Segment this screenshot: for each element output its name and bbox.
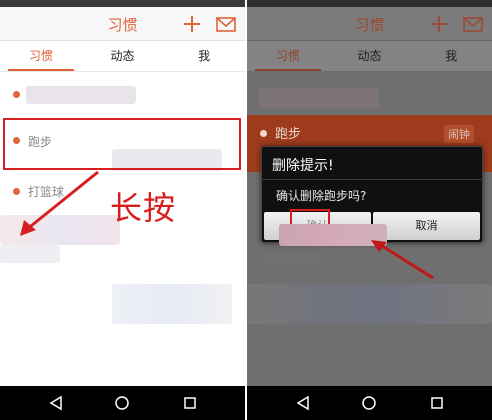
list-item[interactable] — [0, 80, 245, 120]
arrow-icon — [20, 170, 99, 236]
system-nav-bar — [0, 386, 245, 420]
habit-dot — [13, 91, 20, 98]
tab-me[interactable]: 我 — [410, 41, 492, 71]
mail-icon[interactable] — [462, 13, 484, 35]
long-press-annotation: 长按 — [110, 189, 177, 227]
tab-activity[interactable]: 动态 — [82, 41, 164, 71]
dialog-message: 确认删除跑步吗? — [276, 189, 367, 203]
tab-me[interactable]: 我 — [163, 41, 245, 71]
app-bar: 习惯 — [0, 7, 245, 41]
blurred-content — [112, 284, 232, 324]
arrow-icon — [371, 240, 434, 280]
right-screen: 习惯 习惯 动态 我 跑步 闹钟 删除提示! 确认删除跑步吗? 确认 取消 — [247, 0, 492, 420]
app-bar: 习惯 — [247, 7, 492, 41]
habit-label: 跑步 — [275, 127, 302, 142]
blurred-label — [259, 88, 379, 108]
mail-icon[interactable] — [215, 13, 237, 35]
tab-habits[interactable]: 习惯 — [0, 41, 82, 71]
system-nav-bar — [247, 386, 492, 420]
plus-icon[interactable] — [428, 13, 450, 35]
plus-icon[interactable] — [181, 13, 203, 35]
habit-dot — [260, 130, 267, 137]
blurred-label — [26, 86, 136, 104]
dialog-title: 删除提示! — [272, 158, 334, 174]
cancel-button[interactable]: 取消 — [373, 212, 480, 240]
home-icon[interactable] — [361, 395, 377, 411]
left-screen: 习惯 习惯 动态 我 跑步 打篮球 长按 — [0, 0, 245, 420]
tab-habits[interactable]: 习惯 — [247, 41, 329, 71]
tab-bar: 习惯 动态 我 — [0, 41, 245, 72]
cancel-label: 取消 — [415, 219, 438, 232]
recent-apps-icon[interactable] — [429, 395, 445, 411]
dialog-divider — [262, 179, 482, 180]
app-title: 习惯 — [354, 16, 385, 34]
alarm-badge: 闹钟 — [444, 125, 474, 143]
tab-bar: 习惯 动态 我 — [247, 41, 492, 72]
highlight-box — [3, 118, 241, 170]
tab-activity[interactable]: 动态 — [329, 41, 411, 71]
app-title: 习惯 — [107, 16, 138, 34]
status-bar — [247, 0, 492, 7]
home-icon[interactable] — [114, 395, 130, 411]
recent-apps-icon[interactable] — [182, 395, 198, 411]
blurred-content — [0, 245, 60, 263]
blurred-content — [247, 284, 492, 324]
blurred-content — [261, 252, 321, 266]
status-bar — [0, 0, 245, 7]
back-icon[interactable] — [48, 395, 64, 411]
back-icon[interactable] — [295, 395, 311, 411]
